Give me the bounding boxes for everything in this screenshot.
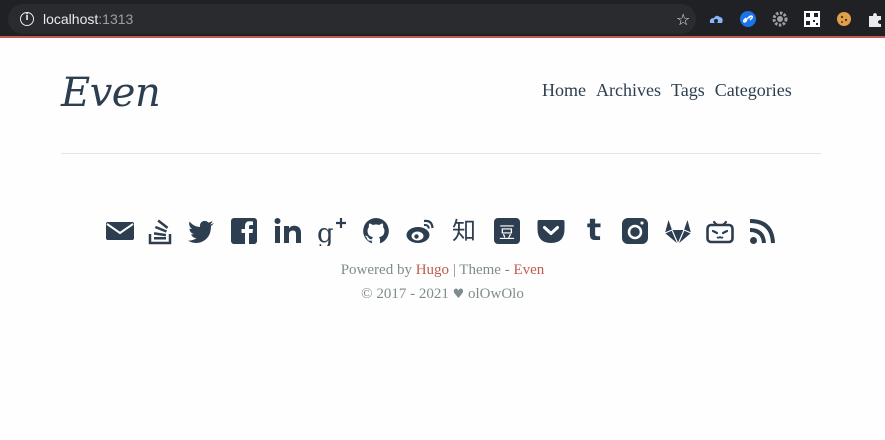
hugo-link[interactable]: Hugo bbox=[416, 262, 449, 278]
email-icon[interactable] bbox=[105, 216, 135, 246]
author-name: olOwOlo bbox=[467, 286, 524, 302]
bilibili-icon[interactable] bbox=[705, 216, 735, 246]
facebook-icon[interactable] bbox=[229, 216, 259, 246]
puzzle-extensions-icon[interactable] bbox=[866, 10, 884, 28]
powered-by-label: Powered by bbox=[340, 262, 412, 278]
rss-icon[interactable] bbox=[748, 216, 778, 246]
header-divider bbox=[61, 153, 821, 154]
gear-extension-icon[interactable] bbox=[771, 10, 789, 28]
zhihu-icon[interactable]: 知 bbox=[449, 216, 479, 246]
heart-icon: ♥ bbox=[452, 287, 465, 302]
nav-archives[interactable]: Archives bbox=[596, 80, 661, 101]
url-text[interactable]: localhost:1313 bbox=[43, 11, 133, 27]
copyright-line: © 2017 - 2021 ♥ olOwOlo bbox=[0, 286, 885, 303]
douban-icon[interactable]: 豆 bbox=[492, 216, 522, 246]
even-theme-link[interactable]: Even bbox=[513, 262, 544, 278]
bookmark-star-icon[interactable]: ☆ bbox=[676, 10, 690, 29]
copyright-years: © 2017 - 2021 bbox=[361, 286, 449, 302]
site-logo[interactable]: Even bbox=[61, 70, 161, 116]
nav-home[interactable]: Home bbox=[542, 80, 586, 101]
tumblr-glyph: t bbox=[586, 213, 602, 248]
twitter-icon[interactable] bbox=[186, 216, 216, 246]
cloud-extension-icon[interactable] bbox=[707, 10, 725, 28]
gitlab-icon[interactable] bbox=[663, 216, 693, 246]
weibo-icon[interactable] bbox=[405, 216, 435, 246]
link-extension-icon[interactable] bbox=[739, 10, 757, 28]
cookie-extension-icon[interactable] bbox=[835, 10, 853, 28]
address-bar[interactable]: i localhost:1313 ☆ bbox=[8, 4, 696, 34]
linkedin-icon[interactable] bbox=[273, 216, 303, 246]
nav-categories[interactable]: Categories bbox=[715, 80, 792, 101]
zhihu-glyph: 知 bbox=[452, 217, 476, 245]
pocket-icon[interactable] bbox=[536, 216, 566, 246]
instagram-icon[interactable] bbox=[620, 216, 650, 246]
tumblr-icon[interactable]: t bbox=[579, 216, 609, 246]
stack-overflow-icon[interactable] bbox=[146, 216, 176, 246]
github-icon[interactable] bbox=[361, 216, 391, 246]
qr-extension-icon[interactable] bbox=[803, 10, 821, 28]
site-info-icon[interactable]: i bbox=[20, 12, 34, 26]
douban-glyph: 豆 bbox=[499, 223, 515, 242]
powered-by-line: Powered by Hugo | Theme - Even bbox=[0, 262, 885, 279]
browser-toolbar: i localhost:1313 ☆ bbox=[0, 0, 885, 38]
svg-text:g: g bbox=[317, 219, 334, 246]
google-plus-icon[interactable]: g bbox=[317, 216, 347, 249]
main-nav: Home Archives Tags Categories bbox=[542, 80, 792, 101]
theme-label: | Theme - bbox=[452, 262, 510, 278]
nav-tags[interactable]: Tags bbox=[671, 80, 705, 101]
